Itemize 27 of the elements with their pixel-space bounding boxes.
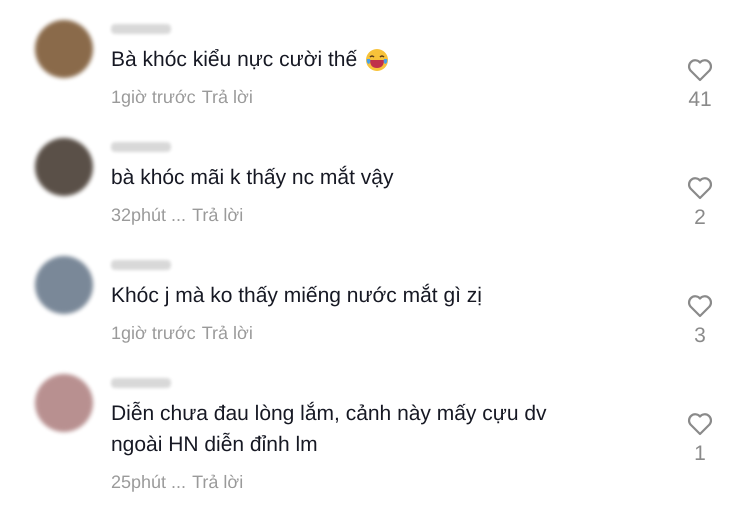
blurred-username (111, 142, 171, 152)
blurred-username (111, 378, 171, 388)
comment-time: 32phút ... (111, 205, 186, 226)
comment-text: bà khóc mãi k thấy nc mắt vậy (111, 164, 394, 191)
avatar-placeholder[interactable] (35, 138, 93, 196)
reply-link[interactable]: Trả lời (192, 472, 244, 493)
comment-time: 1giờ trước (111, 87, 196, 108)
reply-link[interactable]: Trả lời (202, 323, 253, 344)
like-count: 41 (688, 88, 712, 112)
heart-icon[interactable] (687, 412, 713, 436)
comment-time: 25phút ... (111, 472, 186, 493)
heart-icon[interactable] (687, 176, 713, 200)
comment-time: 1giờ trước (111, 323, 196, 344)
like-count: 1 (694, 442, 706, 466)
reply-link[interactable]: Trả lời (202, 87, 253, 108)
avatar-placeholder[interactable] (35, 20, 93, 78)
like-count: 2 (694, 206, 706, 230)
comment-text: Diễn chưa đau lòng lắm, cảnh này mấy cựu dv ngoài HN diễn đỉnh lm (111, 400, 548, 458)
like-count: 3 (694, 324, 706, 348)
avatar-placeholder[interactable] (35, 256, 93, 314)
reply-link[interactable]: Trả lời (192, 205, 244, 226)
heart-icon[interactable] (687, 294, 713, 318)
blurred-username (111, 260, 171, 270)
blurred-username (111, 24, 171, 34)
heart-icon[interactable] (687, 58, 713, 82)
comment-text: Bà khóc kiểu nực cười thế (111, 47, 358, 73)
comment-text: Khóc j mà ko thấy miếng nước mắt gì zị (111, 282, 482, 309)
